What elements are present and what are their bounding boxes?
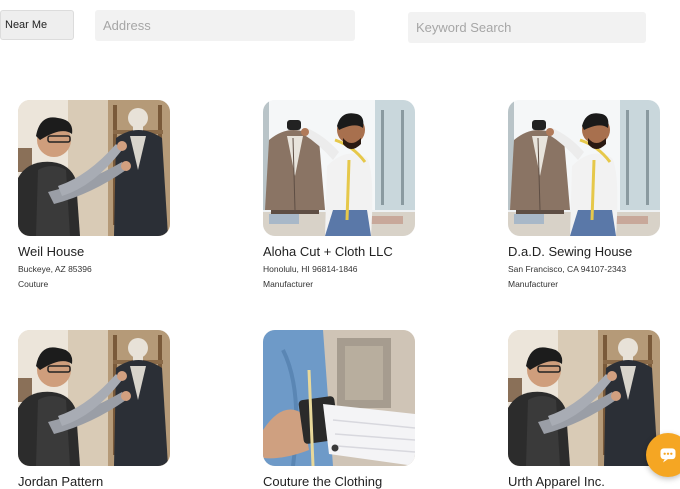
listing-photo[interactable] bbox=[18, 100, 170, 236]
search-bar: Near Me bbox=[0, 0, 680, 60]
near-me-button[interactable]: Near Me bbox=[0, 10, 74, 40]
listing-photo[interactable] bbox=[18, 330, 170, 466]
listing-category: Couture bbox=[18, 279, 49, 289]
listing-name[interactable]: D.a.D. Sewing House bbox=[508, 244, 678, 259]
listing-category: Manufacturer bbox=[263, 279, 314, 289]
listing-photo[interactable] bbox=[263, 330, 415, 466]
listing-card[interactable]: Weil House Buckeye, AZ 85396 Couture bbox=[18, 100, 188, 289]
listing-name[interactable]: Aloha Cut + Cloth LLC bbox=[263, 244, 433, 259]
listing-name[interactable]: Urth Apparel Inc. bbox=[508, 474, 678, 489]
listing-photo[interactable] bbox=[508, 100, 660, 236]
listing-category: Manufacturer bbox=[508, 279, 559, 289]
listing-name[interactable]: Weil House bbox=[18, 244, 188, 259]
listing-card[interactable]: Couture the Clothing bbox=[263, 330, 433, 489]
listing-photo[interactable] bbox=[263, 100, 415, 236]
address-input[interactable] bbox=[95, 10, 355, 41]
chat-bubble-icon bbox=[658, 445, 678, 465]
listing-card[interactable]: Aloha Cut + Cloth LLC Honolulu, HI 96814… bbox=[263, 100, 433, 289]
listing-location: San Francisco, CA 94107-2343 bbox=[508, 264, 627, 274]
listing-card[interactable]: Jordan Pattern bbox=[18, 330, 188, 489]
listing-name[interactable]: Jordan Pattern bbox=[18, 474, 188, 489]
keyword-search-input[interactable] bbox=[408, 12, 646, 43]
listing-photo[interactable] bbox=[508, 330, 660, 466]
listing-card[interactable]: D.a.D. Sewing House San Francisco, CA 94… bbox=[508, 100, 678, 289]
listing-location: Buckeye, AZ 85396 bbox=[18, 264, 92, 274]
listing-name[interactable]: Couture the Clothing bbox=[263, 474, 433, 489]
listing-location: Honolulu, HI 96814-1846 bbox=[263, 264, 358, 274]
